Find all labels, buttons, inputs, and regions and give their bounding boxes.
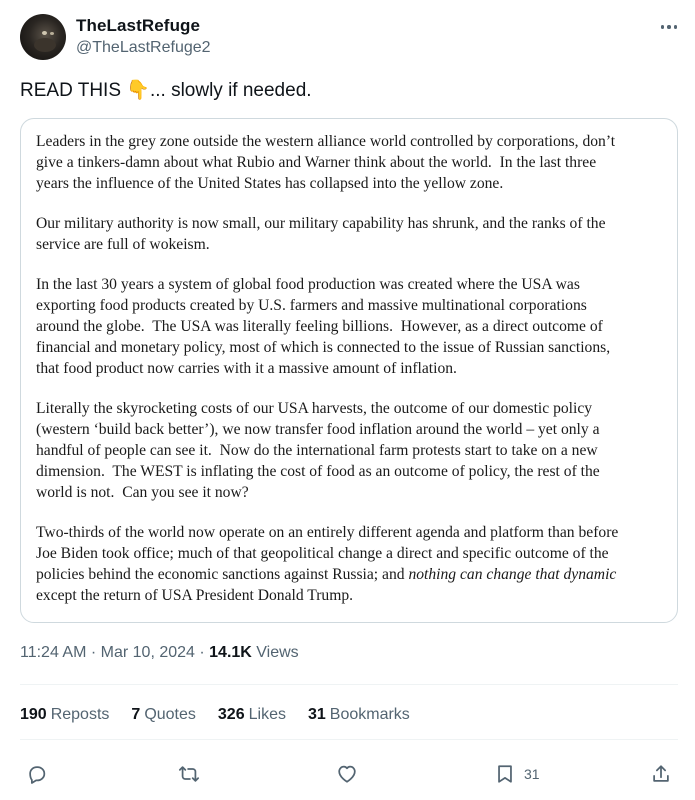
like-button[interactable] xyxy=(336,760,358,788)
avatar[interactable] xyxy=(20,14,66,60)
quoted-paragraph: In the last 30 years a system of global … xyxy=(36,276,611,377)
tweet-meta: 11:24 AM · Mar 10, 2024 · 14.1K Views xyxy=(20,644,299,662)
divider xyxy=(20,739,678,740)
bookmark-button[interactable]: 31 xyxy=(494,760,540,788)
quoted-paragraph: Two-thirds of the world now operate on a… xyxy=(36,522,676,606)
quoted-text-image[interactable]: Leaders in the grey zone outside the wes… xyxy=(20,118,678,623)
tweet-date[interactable]: Mar 10, 2024 xyxy=(101,644,195,661)
likes-stat[interactable]: 326 Likes xyxy=(218,706,286,724)
quotes-label: Quotes xyxy=(144,706,196,723)
tweet-text-start: READ THIS xyxy=(20,80,127,101)
quoted-paragraph: Leaders in the grey zone outside the wes… xyxy=(36,133,616,192)
quoted-paragraph-end: except the return of USA President Donal… xyxy=(36,587,354,604)
bookmarks-count: 31 xyxy=(307,706,326,723)
views-label: Views xyxy=(251,644,299,661)
pointing-down-emoji: 👇 xyxy=(126,80,150,101)
quoted-paragraph: Our military authority is now small, our… xyxy=(36,215,606,253)
avatar-eye xyxy=(50,32,54,35)
reposts-stat[interactable]: 190 Reposts xyxy=(20,706,109,724)
tweet-time[interactable]: 11:24 AM xyxy=(20,644,86,661)
avatar-eye xyxy=(42,31,47,35)
tweet-text-end: ... slowly if needed. xyxy=(149,80,312,101)
reposts-label: Reposts xyxy=(50,706,110,723)
repost-button[interactable] xyxy=(178,760,200,788)
reply-button[interactable] xyxy=(26,760,48,788)
action-bar: 31 xyxy=(20,760,678,790)
engagement-stats: 190 Reposts 7 Quotes 326 Likes 31 Bookmarks xyxy=(20,706,410,724)
quotes-stat[interactable]: 7 Quotes xyxy=(131,706,196,724)
meta-separator: · xyxy=(86,644,101,661)
likes-count: 326 xyxy=(217,706,245,723)
author-handle[interactable]: @TheLastRefuge2 xyxy=(76,39,211,57)
repost-icon xyxy=(178,766,200,782)
bookmarks-stat[interactable]: 31 Bookmarks xyxy=(308,706,410,724)
quoted-text-body: Leaders in the grey zone outside the wes… xyxy=(36,131,676,606)
tweet-text: READ THIS 👇... slowly if needed. xyxy=(20,79,312,103)
quoted-paragraph-italic: nothing can change that dynamic xyxy=(408,566,617,583)
reposts-count: 190 xyxy=(20,706,47,723)
bookmark-count: 31 xyxy=(524,766,540,782)
bookmarks-label: Bookmarks xyxy=(329,706,410,723)
author-display-name[interactable]: TheLastRefuge xyxy=(76,16,200,36)
views-count: 14.1K xyxy=(209,644,252,661)
reply-icon xyxy=(29,766,46,784)
share-button[interactable] xyxy=(650,760,672,788)
more-horizontal-icon[interactable] xyxy=(658,18,680,36)
heart-icon xyxy=(338,765,356,783)
avatar-snout xyxy=(34,38,56,52)
divider xyxy=(20,684,678,685)
likes-label: Likes xyxy=(248,706,286,723)
meta-separator: · xyxy=(194,644,210,661)
bookmark-icon xyxy=(498,765,512,783)
quoted-paragraph: Literally the skyrocketing costs of our … xyxy=(36,400,600,501)
quotes-count: 7 xyxy=(131,706,141,723)
tweet-header: TheLastRefuge @TheLastRefuge2 xyxy=(20,14,680,64)
share-icon xyxy=(653,765,669,782)
